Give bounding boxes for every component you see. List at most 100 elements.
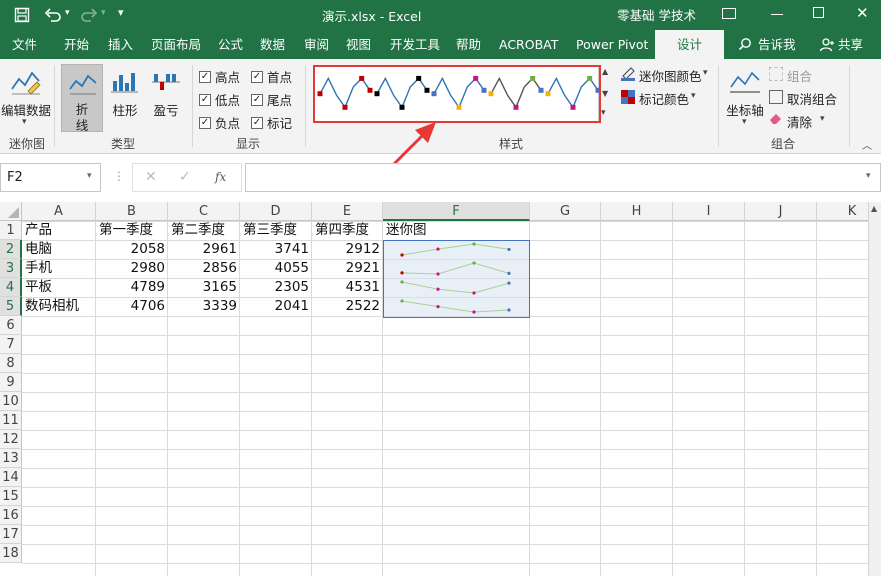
value-cell[interactable]: 4789 (96, 278, 168, 297)
tab-page-layout[interactable]: 页面布局 (151, 30, 201, 59)
cancel-entry-icon[interactable]: ✕ (145, 169, 157, 185)
value-cell[interactable]: 4055 (240, 259, 312, 278)
value-cell[interactable]: 2305 (240, 278, 312, 297)
header-cell[interactable]: 第一季度 (96, 221, 168, 240)
ribbon-display-options-icon[interactable] (722, 8, 736, 19)
gallery-scroll-up-icon[interactable]: ▲ (602, 67, 608, 76)
row-header-12[interactable]: 12 (0, 430, 22, 449)
column-header-j[interactable]: J (745, 202, 817, 221)
header-cell[interactable]: 迷你图 (383, 221, 530, 240)
header-cell[interactable]: 第四季度 (312, 221, 383, 240)
maximize-icon[interactable] (813, 7, 824, 18)
row-header-13[interactable]: 13 (0, 449, 22, 468)
row-header-18[interactable]: 18 (0, 544, 22, 563)
type-line-button[interactable]: 折 线 (61, 64, 103, 133)
checkbox-last-point[interactable]: ✓ 尾点 (251, 90, 292, 109)
win-loss-chart-icon[interactable] (151, 69, 181, 95)
tab-help[interactable]: 帮助 (456, 30, 481, 59)
group-icon[interactable] (769, 67, 783, 81)
value-cell[interactable]: 2921 (312, 259, 383, 278)
type-column-button[interactable]: 柱形 (106, 100, 144, 119)
row-header-2[interactable]: 2 (0, 240, 22, 259)
edit-data-dropdown-icon[interactable]: ▾ (22, 117, 27, 127)
checkbox-markers[interactable]: ✓ 标记 (251, 113, 292, 132)
column-chart-icon[interactable] (110, 69, 140, 95)
column-header-d[interactable]: D (240, 202, 312, 221)
vertical-scrollbar[interactable]: ▲ (868, 202, 881, 576)
minimize-icon[interactable] (771, 14, 783, 15)
marker-color-button[interactable]: 标记颜色 (639, 89, 689, 108)
marker-color-icon[interactable] (620, 89, 636, 105)
gallery-more-icon[interactable]: ▾ (601, 108, 606, 118)
redo-dropdown-icon[interactable]: ▾ (101, 8, 106, 18)
axis-dropdown-icon[interactable]: ▾ (742, 117, 747, 127)
row-header-7[interactable]: 7 (0, 335, 22, 354)
edit-data-icon[interactable] (10, 67, 42, 97)
checkbox-first-point[interactable]: ✓ 首点 (251, 67, 292, 86)
insert-function-icon[interactable]: fx (215, 170, 226, 184)
product-cell[interactable]: 电脑 (22, 240, 96, 259)
header-cell[interactable]: 第三季度 (240, 221, 312, 240)
row-header-10[interactable]: 10 (0, 392, 22, 411)
value-cell[interactable]: 2912 (312, 240, 383, 259)
customize-qat-icon[interactable]: ▾ (118, 6, 124, 19)
value-cell[interactable]: 2522 (312, 297, 383, 316)
tab-file[interactable]: 文件 (12, 30, 37, 59)
tab-developer[interactable]: 开发工具 (390, 30, 440, 59)
expand-formula-bar-icon[interactable]: ▾ (866, 171, 871, 181)
tab-view[interactable]: 视图 (346, 30, 371, 59)
header-cell[interactable]: 产品 (22, 221, 96, 240)
row-header-5[interactable]: 5 (0, 297, 22, 316)
tab-insert[interactable]: 插入 (108, 30, 133, 59)
row-header-16[interactable]: 16 (0, 506, 22, 525)
collapse-ribbon-icon[interactable]: ︿ (862, 137, 872, 152)
undo-dropdown-icon[interactable]: ▾ (65, 8, 70, 18)
select-all-corner[interactable] (0, 202, 22, 221)
sparkline-color-dropdown-icon[interactable]: ▾ (703, 68, 708, 78)
row-header-15[interactable]: 15 (0, 487, 22, 506)
gallery-scroll-down-icon[interactable]: ▼ (602, 89, 608, 98)
tab-acrobat[interactable]: ACROBAT (499, 30, 558, 59)
close-icon[interactable]: ✕ (856, 4, 869, 22)
share-person-icon[interactable] (819, 37, 835, 53)
tell-me-search[interactable]: 告诉我 (758, 30, 796, 59)
formula-input[interactable]: ▾ (245, 163, 881, 192)
column-header-b[interactable]: B (96, 202, 168, 221)
column-header-f[interactable]: F (383, 202, 530, 221)
value-cell[interactable]: 3339 (168, 297, 240, 316)
sparkline-color-button[interactable]: 迷你图颜色 (639, 66, 702, 85)
marker-color-dropdown-icon[interactable]: ▾ (691, 91, 696, 101)
column-header-c[interactable]: C (168, 202, 240, 221)
column-header-k[interactable]: K (817, 202, 868, 221)
column-header-e[interactable]: E (312, 202, 383, 221)
column-header-i[interactable]: I (673, 202, 745, 221)
column-header-h[interactable]: H (601, 202, 673, 221)
redo-icon[interactable] (80, 6, 98, 24)
axis-icon[interactable] (729, 67, 761, 97)
name-box[interactable]: F2 ▾ (0, 163, 101, 192)
row-header-9[interactable]: 9 (0, 373, 22, 392)
row-header-4[interactable]: 4 (0, 278, 22, 297)
confirm-entry-icon[interactable]: ✓ (179, 169, 191, 185)
row-header-11[interactable]: 11 (0, 411, 22, 430)
ungroup-button[interactable]: 取消组合 (787, 89, 837, 108)
clear-eraser-icon[interactable] (769, 112, 783, 124)
value-cell[interactable]: 4531 (312, 278, 383, 297)
save-icon[interactable] (14, 7, 30, 23)
value-cell[interactable]: 3165 (168, 278, 240, 297)
value-cell[interactable]: 4706 (96, 297, 168, 316)
product-cell[interactable]: 平板 (22, 278, 96, 297)
tab-home[interactable]: 开始 (64, 30, 89, 59)
ungroup-icon[interactable] (769, 90, 783, 104)
spreadsheet-grid[interactable]: ABCDEFGHIJK 1 2 3 4 5 6 7 8 9 10 11 12 13 14 15 16 17 18 … (0, 202, 868, 576)
tab-power-pivot[interactable]: Power Pivot (576, 30, 648, 59)
checkbox-high-point[interactable]: ✓ 高点 (199, 67, 240, 86)
row-header-3[interactable]: 3 (0, 259, 22, 278)
checkbox-low-point[interactable]: ✓ 低点 (199, 90, 240, 109)
group-button[interactable]: 组合 (787, 66, 812, 85)
search-icon[interactable] (738, 37, 752, 51)
value-cell[interactable]: 2041 (240, 297, 312, 316)
row-header-17[interactable]: 17 (0, 525, 22, 544)
row-header-1[interactable]: 1 (0, 221, 22, 240)
type-winloss-button[interactable]: 盈亏 (147, 100, 185, 119)
